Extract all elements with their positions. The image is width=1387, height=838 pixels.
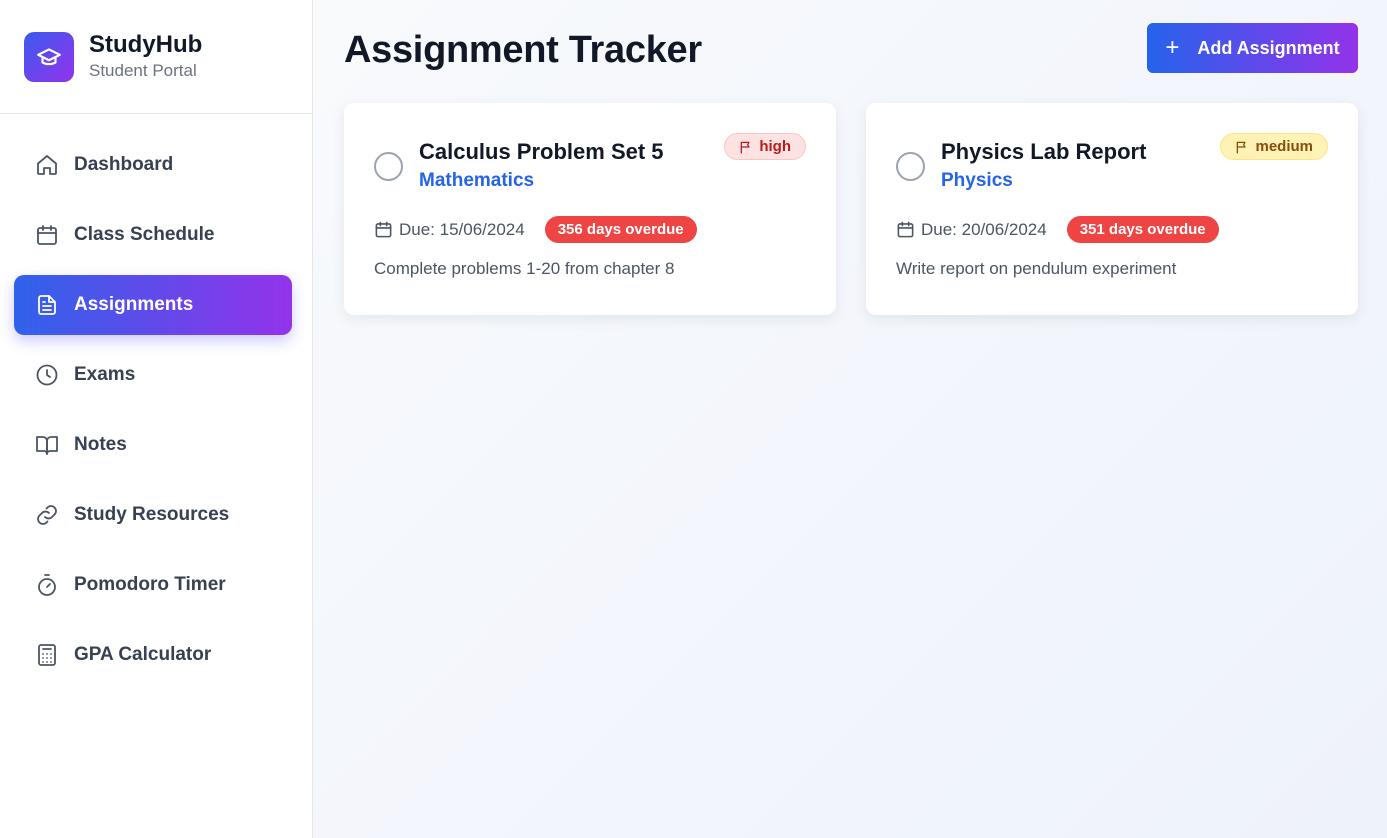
sidebar-item-label: Exams [74, 364, 136, 385]
graduation-cap-icon [24, 31, 74, 82]
flag-icon [1237, 141, 1247, 153]
brand-subtitle: Student Portal [89, 61, 197, 80]
brand: StudyHub Student Portal [0, 0, 312, 114]
page-title: Assignment Tracker [344, 28, 702, 71]
sidebar-item-assignments[interactable]: Assignments [14, 275, 292, 335]
link-icon [34, 502, 60, 528]
sidebar-item-label: Class Schedule [74, 224, 215, 245]
priority-badge: medium [1220, 133, 1328, 160]
timer-icon [34, 572, 60, 598]
sidebar-item-label: Study Resources [74, 504, 230, 525]
add-assignment-button[interactable]: + Add Assignment [1147, 23, 1358, 73]
assignment-subject: Mathematics [419, 170, 535, 191]
sidebar-item-label: GPA Calculator [74, 644, 212, 665]
assignment-title: Physics Lab Report [941, 139, 1147, 164]
calendar-icon [34, 222, 60, 248]
priority-label: medium [1255, 138, 1313, 155]
sidebar-item-class-schedule[interactable]: Class Schedule [14, 205, 292, 265]
sidebar-item-study-resources[interactable]: Study Resources [14, 485, 292, 545]
priority-badge: high [724, 133, 806, 160]
home-icon [34, 152, 60, 178]
plus-icon: + [1165, 34, 1180, 61]
add-assignment-label: Add Assignment [1197, 37, 1340, 58]
brand-name: StudyHub [89, 31, 203, 58]
page-header: Assignment Tracker + Add Assignment [344, 0, 1358, 100]
assignment-subject: Physics [941, 170, 1013, 191]
priority-label: high [759, 138, 791, 155]
calculator-icon [34, 642, 60, 668]
main-content: Assignment Tracker + Add Assignment Calc… [313, 0, 1387, 838]
complete-checkbox[interactable] [896, 152, 925, 181]
sidebar-item-label: Assignments [74, 294, 194, 315]
flag-icon [741, 141, 750, 153]
sidebar-item-dashboard[interactable]: Dashboard [14, 135, 292, 195]
document-icon [34, 292, 60, 318]
calendar-icon [897, 221, 914, 238]
sidebar-nav: Dashboard Class Schedule Assignments Exa… [0, 135, 312, 685]
sidebar-item-exams[interactable]: Exams [14, 345, 292, 405]
due-date-text: Due: 20/06/2024 [921, 219, 1047, 239]
sidebar-item-pomodoro-timer[interactable]: Pomodoro Timer [14, 555, 292, 615]
clock-icon [34, 362, 60, 388]
assignment-card[interactable]: Calculus Problem Set 5 Mathematics high … [344, 103, 836, 315]
due-date: Due: 15/06/2024 [374, 220, 525, 240]
sidebar: StudyHub Student Portal Dashboard Class … [0, 0, 313, 838]
complete-checkbox[interactable] [374, 152, 403, 181]
sidebar-item-gpa-calculator[interactable]: GPA Calculator [14, 625, 292, 685]
book-open-icon [34, 432, 60, 458]
assignment-card[interactable]: Physics Lab Report Physics medium Due: 2… [866, 103, 1358, 315]
sidebar-item-label: Dashboard [74, 154, 174, 175]
assignment-list: Calculus Problem Set 5 Mathematics high … [344, 103, 1358, 315]
overdue-badge: 356 days overdue [544, 216, 697, 243]
due-date-text: Due: 15/06/2024 [399, 219, 525, 239]
assignment-description: Write report on pendulum experiment [896, 259, 1177, 278]
assignment-title: Calculus Problem Set 5 [419, 139, 664, 164]
assignment-description: Complete problems 1-20 from chapter 8 [374, 259, 675, 278]
calendar-icon [375, 221, 392, 238]
overdue-badge: 351 days overdue [1066, 216, 1219, 243]
sidebar-item-label: Notes [74, 434, 127, 455]
sidebar-item-label: Pomodoro Timer [74, 574, 226, 595]
sidebar-item-notes[interactable]: Notes [14, 415, 292, 475]
due-date: Due: 20/06/2024 [896, 220, 1047, 240]
